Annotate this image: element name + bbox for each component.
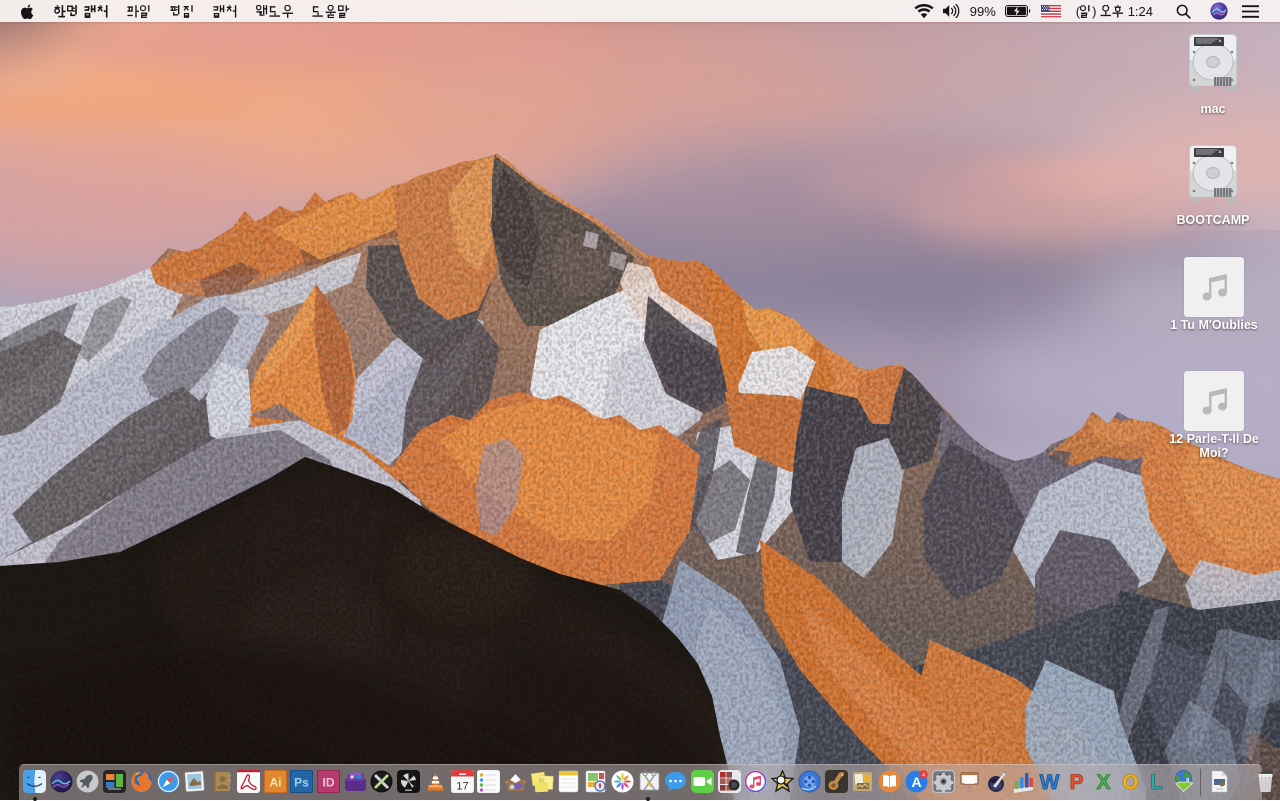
svg-text:X: X bbox=[1096, 771, 1110, 793]
svg-text:MP3: MP3 bbox=[1216, 787, 1223, 791]
svg-text:L: L bbox=[1150, 771, 1163, 793]
svg-text:W: W bbox=[1040, 771, 1060, 793]
svg-text:Ps: Ps bbox=[294, 776, 309, 790]
svg-text:4: 4 bbox=[922, 772, 925, 778]
svg-text:O: O bbox=[1122, 771, 1138, 793]
svg-text:17: 17 bbox=[456, 781, 468, 793]
svg-text:P: P bbox=[1070, 771, 1084, 793]
svg-text:ID: ID bbox=[322, 776, 334, 790]
svg-text:Ai: Ai bbox=[269, 776, 281, 790]
